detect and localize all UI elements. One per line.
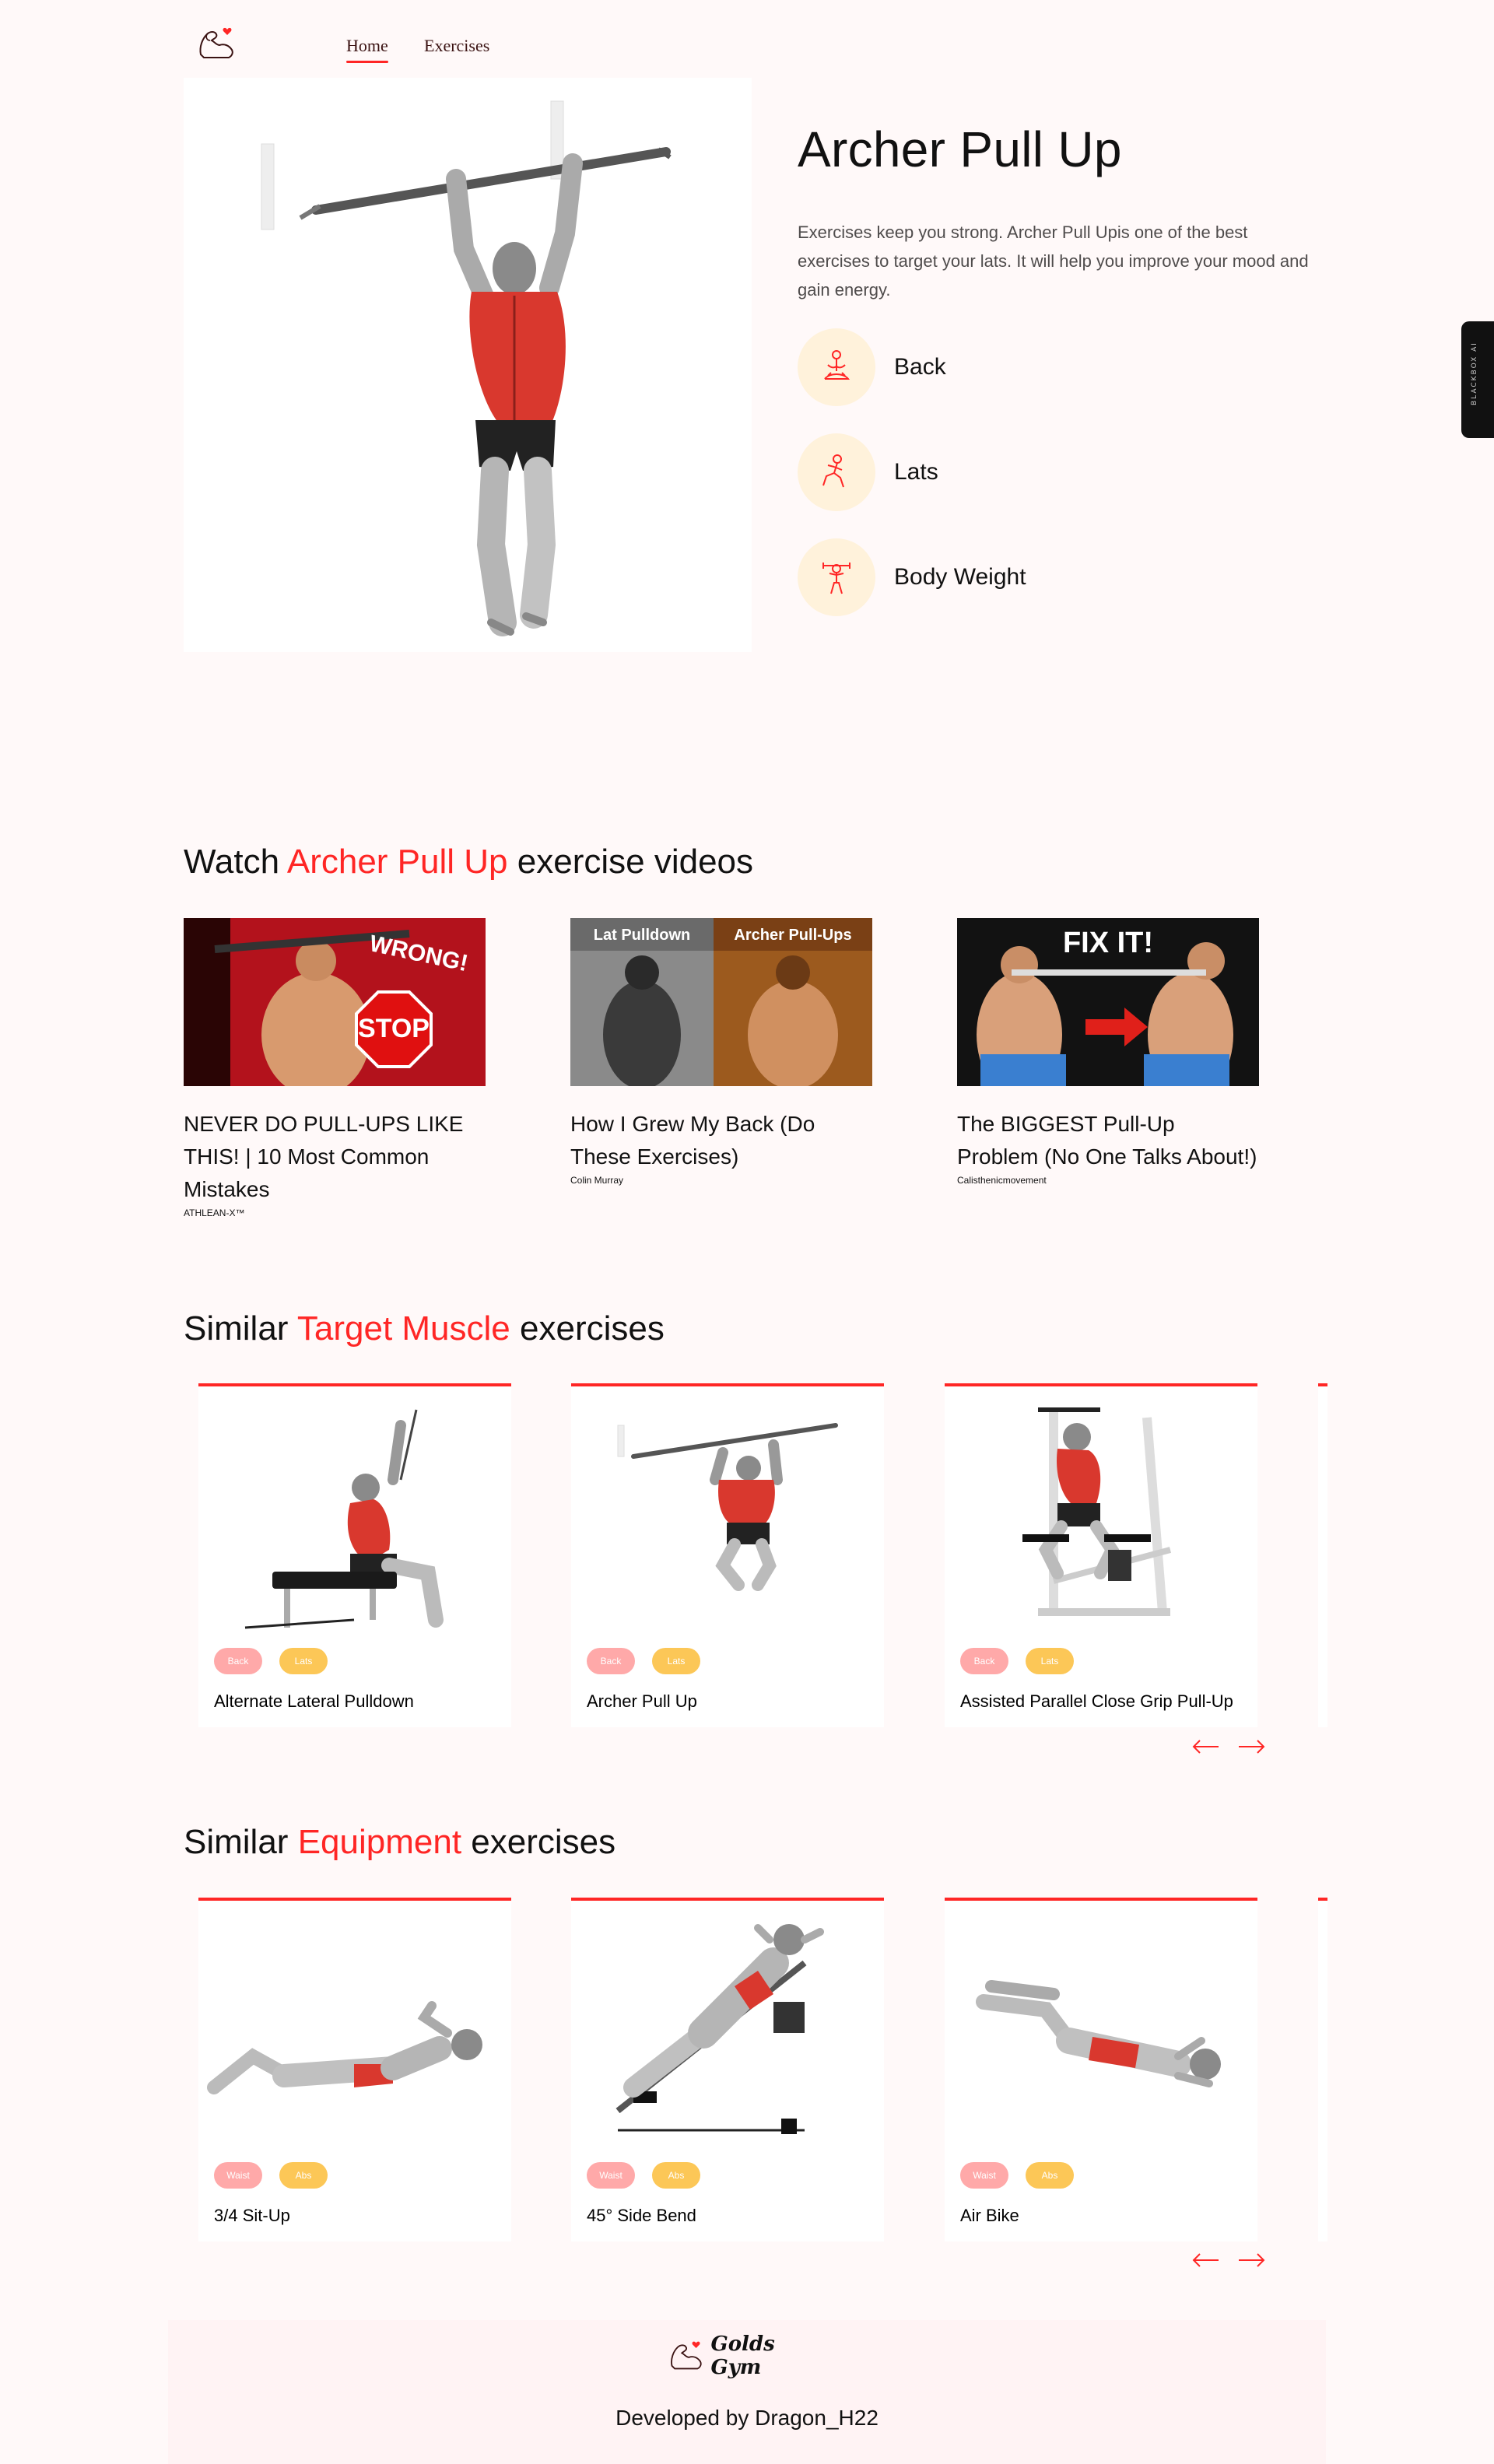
body-part-badge[interactable]: Waist [587, 2162, 635, 2189]
exercise-card-name: 45° Side Bend [587, 2206, 696, 2225]
exercise-card[interactable]: Back Lats Alternate Lateral Pulldown [198, 1383, 511, 1727]
exercise-card-partial[interactable] [1318, 1898, 1327, 2241]
target-badge[interactable]: Abs [652, 2162, 700, 2189]
target-badge[interactable]: Abs [279, 2162, 328, 2189]
next-arrow-icon[interactable] [1236, 1735, 1267, 1758]
equipment-heading-prefix: Similar [184, 1823, 298, 1861]
equipment-heading-suffix: exercises [461, 1823, 616, 1861]
exercise-card-partial[interactable] [1318, 1383, 1327, 1727]
exercise-card-name: Alternate Lateral Pulldown [214, 1691, 414, 1711]
video-thumbnail[interactable]: FIX IT! [957, 918, 1259, 1086]
target-badge[interactable]: Lats [279, 1648, 328, 1674]
blackbox-ai-label: BLACKBOX AI [1471, 342, 1478, 405]
exercise-card-image [198, 1394, 511, 1635]
exercise-card-name: Assisted Parallel Close Grip Pull-Up [960, 1691, 1233, 1711]
videos-heading-suffix: exercise videos [507, 843, 754, 881]
equipment-carousel-arrows [1191, 2248, 1276, 2272]
video-thumb-fixit-text: FIX IT! [1063, 927, 1153, 959]
body-part-badge[interactable]: Back [214, 1648, 262, 1674]
target-badge[interactable]: Abs [1026, 2162, 1074, 2189]
video-thumbnail[interactable]: Lat Pulldown Archer Pull-Ups [570, 918, 872, 1086]
videos-heading-accent: Archer Pull Up [286, 843, 508, 881]
exercise-card-image [945, 1908, 1257, 2150]
target-heading-prefix: Similar [184, 1309, 297, 1348]
exercise-card[interactable]: Back Lats Assisted Parallel Close Grip P… [945, 1383, 1257, 1727]
target-icon [798, 433, 875, 511]
footer-logo: Golds Gym [668, 2333, 831, 2379]
nav-home-link[interactable]: Home [346, 36, 388, 63]
feature-body-part: Back [798, 328, 946, 406]
exercise-card-name: 3/4 Sit-Up [214, 2206, 290, 2225]
videos-heading: Watch Archer Pull Up exercise videos [184, 843, 753, 882]
target-heading-accent: Target Muscle [296, 1309, 510, 1348]
video-card[interactable]: STOP WRONG! NEVER DO PULL-UPS LIKE THIS!… [184, 918, 486, 1218]
body-part-badge[interactable]: Waist [214, 2162, 262, 2189]
video-channel: Calisthenicmovement [957, 1175, 1047, 1186]
video-title[interactable]: NEVER DO PULL-UPS LIKE THIS! | 10 Most C… [184, 1108, 486, 1206]
exercise-card-image [945, 1394, 1257, 1635]
video-channel: Colin Murray [570, 1175, 624, 1186]
exercise-card-name: Air Bike [960, 2206, 1019, 2225]
target-badge[interactable]: Lats [1026, 1648, 1074, 1674]
feature-label-body-part: Back [894, 354, 946, 380]
target-heading-suffix: exercises [510, 1309, 665, 1348]
body-part-badge[interactable]: Back [587, 1648, 635, 1674]
target-badge[interactable]: Lats [652, 1648, 700, 1674]
nav-exercises-link[interactable]: Exercises [424, 36, 489, 56]
video-title[interactable]: The BIGGEST Pull-Up Problem (No One Talk… [957, 1108, 1259, 1173]
exercise-image [184, 78, 752, 652]
footer-brand: Golds Gym [710, 2333, 775, 2379]
logo-icon [671, 2341, 702, 2370]
exercise-title: Archer Pull Up [798, 121, 1122, 177]
video-card[interactable]: FIX IT! The BIGGEST Pull-Up Problem (No … [957, 918, 1259, 1186]
exercise-card[interactable]: Waist Abs 45° Side Bend [571, 1898, 884, 2241]
videos-heading-prefix: Watch [184, 843, 287, 881]
body-part-badge[interactable]: Back [960, 1648, 1008, 1674]
footer: Golds Gym Developed by Dragon_H22 [168, 2320, 1326, 2464]
video-thumb-right-text: Archer Pull-Ups [734, 927, 851, 944]
feature-target: Lats [798, 433, 938, 511]
equipment-icon [798, 538, 875, 616]
equipment-heading: Similar Equipment exercises [184, 1823, 615, 1862]
prev-arrow-icon[interactable] [1191, 1735, 1222, 1758]
feature-equipment: Body Weight [798, 538, 1026, 616]
body-part-icon [798, 328, 875, 406]
video-thumb-stop-text: STOP [358, 1014, 430, 1043]
exercise-card[interactable]: Waist Abs Air Bike [945, 1898, 1257, 2241]
body-part-badge[interactable]: Waist [960, 2162, 1008, 2189]
exercise-card-name: Archer Pull Up [587, 1691, 697, 1711]
prev-arrow-icon[interactable] [1191, 2248, 1222, 2272]
exercise-card[interactable]: Back Lats Archer Pull Up [571, 1383, 884, 1727]
exercise-card-image [571, 1394, 884, 1635]
video-title[interactable]: How I Grew My Back (Do These Exercises) [570, 1108, 872, 1173]
logo-icon[interactable] [196, 23, 237, 64]
video-thumb-left-text: Lat Pulldown [594, 927, 690, 944]
target-muscle-heading: Similar Target Muscle exercises [184, 1309, 665, 1348]
exercise-card-image [198, 1908, 511, 2150]
video-card[interactable]: Lat Pulldown Archer Pull-Ups How I Grew … [570, 918, 872, 1186]
blackbox-ai-tab[interactable]: BLACKBOX AI [1461, 321, 1494, 438]
exercise-description: Exercises keep you strong. Archer Pull U… [798, 223, 1309, 300]
developer-credit: Developed by Dragon_H22 [615, 2406, 879, 2430]
navbar: Home Exercises [196, 23, 1285, 70]
next-arrow-icon[interactable] [1236, 2248, 1267, 2272]
video-channel: ATHLEAN-X™ [184, 1207, 245, 1218]
exercise-card[interactable]: Waist Abs 3/4 Sit-Up [198, 1898, 511, 2241]
equipment-heading-accent: Equipment [297, 1823, 462, 1861]
feature-label-target: Lats [894, 459, 938, 485]
target-carousel-arrows [1191, 1735, 1276, 1758]
exercise-card-image [571, 1908, 884, 2150]
video-thumbnail[interactable]: STOP WRONG! [184, 918, 486, 1086]
feature-label-equipment: Body Weight [894, 564, 1026, 590]
